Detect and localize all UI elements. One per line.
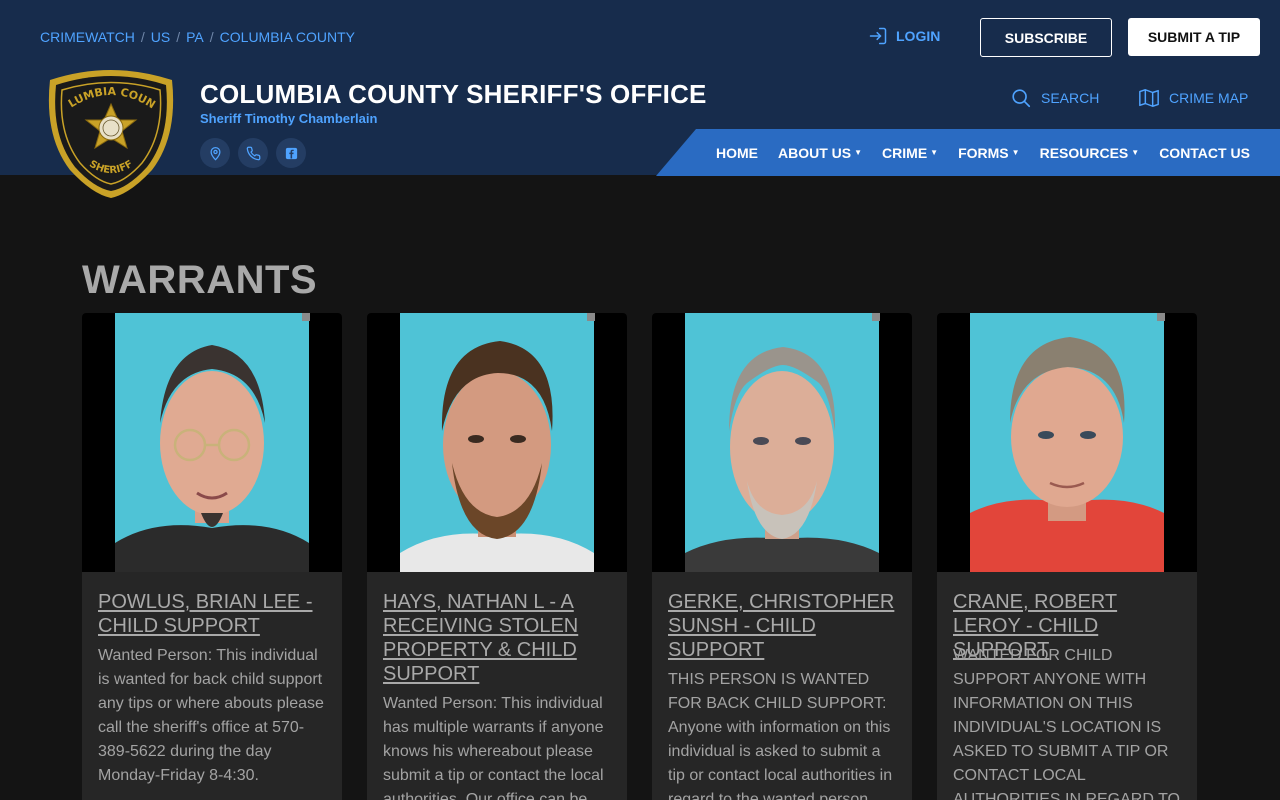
caret-down-icon: ▼ [854,148,863,157]
breadcrumb-separator: / [209,29,214,45]
mugshot-frame[interactable] [367,313,627,572]
location-button[interactable] [200,138,230,168]
login-icon [869,27,887,45]
nav-forms[interactable]: FORMS ▼ [958,145,1019,161]
warrant-description: Wanted Person: This individual has multi… [383,695,604,800]
mugshot-frame[interactable] [82,313,342,572]
warrant-card: HAYS, NATHAN L - A RECEIVING STOLEN PROP… [367,313,627,800]
nav-label: FORMS [958,144,1009,161]
nav-label: ABOUT US [778,144,852,161]
warrant-description: WANTED FOR CHILD SUPPORT ANYONE WITH INF… [953,647,1180,800]
phone-icon [246,146,260,160]
mugshot-frame[interactable] [652,313,912,572]
crime-map-label: CRIME MAP [1169,90,1249,106]
mugshot-photo [970,313,1164,572]
caret-down-icon: ▼ [1131,148,1140,157]
mugshot-frame[interactable] [937,313,1197,572]
warrant-name-link[interactable]: HAYS, NATHAN L - A RECEIVING STOLEN PROP… [383,590,615,686]
corner-marker [1157,313,1165,321]
login-label: LOGIN [896,28,941,44]
office-title[interactable]: COLUMBIA COUNTY SHERIFF'S OFFICE [200,79,707,110]
warrant-description: THIS PERSON IS WANTED FOR BACK CHILD SUP… [668,671,893,800]
nav-about-us[interactable]: ABOUT US ▼ [778,145,862,161]
map-icon [1139,89,1159,107]
crime-map-link[interactable]: CRIME MAP [1138,87,1248,109]
facebook-button[interactable] [276,138,306,168]
warrant-card: CRANE, ROBERT LEROY - CHILD SUPPORT WANT… [937,313,1197,800]
main-nav: HOME ABOUT US ▼ CRIME ▼ FORMS ▼ RESOURCES ▼ … [716,129,1270,176]
breadcrumb-separator: / [140,29,145,45]
corner-marker [872,313,880,321]
corner-marker [302,313,310,321]
location-pin-icon [210,146,220,160]
submit-tip-button[interactable]: SUBMIT A TIP [1128,18,1260,56]
warrant-card: POWLUS, BRIAN LEE - CHILD SUPPORT Wanted… [82,313,342,800]
nav-home[interactable]: HOME [716,145,758,161]
subscribe-button[interactable]: SUBSCRIBE [980,18,1112,57]
search-link[interactable]: SEARCH [1010,87,1099,109]
breadcrumb-separator: / [176,29,181,45]
breadcrumb-pa[interactable]: PA [186,29,204,45]
search-icon [1012,89,1031,108]
nav-label: CRIME [882,144,928,161]
phone-button[interactable] [238,138,268,168]
search-label: SEARCH [1041,90,1100,106]
warrant-card: GERKE, CHRISTOPHER SUNSH - CHILD SUPPORT… [652,313,912,800]
breadcrumb-crimewatch[interactable]: CRIMEWATCH [40,29,135,45]
corner-marker [587,313,595,321]
nav-label: RESOURCES [1039,144,1129,161]
nav-label: HOME [716,144,758,161]
warrant-name-link[interactable]: GERKE, CHRISTOPHER SUNSH - CHILD SUPPORT [668,590,900,662]
breadcrumb-us[interactable]: US [151,29,170,45]
nav-contact-us[interactable]: CONTACT US [1159,145,1250,161]
nav-label: CONTACT US [1159,144,1250,161]
mugshot-photo [685,313,879,572]
login-link[interactable]: LOGIN [868,26,940,46]
page-title: WARRANTS [82,258,318,302]
caret-down-icon: ▼ [1011,148,1020,157]
breadcrumb-columbia-county[interactable]: COLUMBIA COUNTY [220,29,355,45]
caret-down-icon: ▼ [930,148,939,157]
mugshot-photo [115,313,309,572]
mugshot-photo [400,313,594,572]
office-subtitle: Sheriff Timothy Chamberlain [200,111,378,126]
nav-resources[interactable]: RESOURCES ▼ [1040,145,1140,161]
sheriff-badge-logo[interactable]: COLUMBIA COUNTY SHERIFF [44,66,178,198]
breadcrumb: CRIMEWATCH / US / PA / COLUMBIA COUNTY [40,29,355,45]
facebook-icon [285,147,297,159]
warrant-description: Wanted Person: This individual is wanted… [98,647,324,784]
warrant-name-link[interactable]: POWLUS, BRIAN LEE - CHILD SUPPORT [98,590,330,638]
site-header: CRIMEWATCH / US / PA / COLUMBIA COUNTY LOGIN S… [0,0,1280,198]
nav-crime[interactable]: CRIME ▼ [882,145,938,161]
